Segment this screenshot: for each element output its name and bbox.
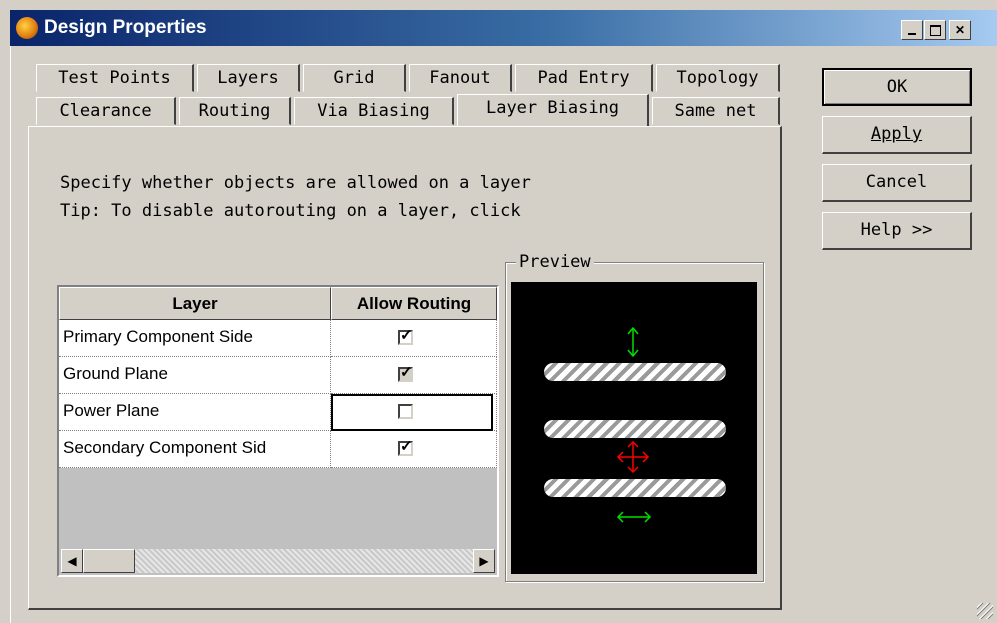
table-row-layer[interactable]: Power Plane: [59, 394, 331, 431]
preview-layer-bar: [544, 420, 726, 438]
allow-routing-checkbox[interactable]: ✓: [398, 327, 413, 345]
close-icon: ✕: [954, 23, 966, 37]
cancel-button[interactable]: Cancel: [822, 164, 972, 202]
window-title: Design Properties: [44, 17, 207, 38]
arrow-right-icon: ▶: [479, 554, 489, 568]
window-frame: [10, 46, 15, 623]
description-line-1: Specify whether objects are allowed on a…: [60, 173, 531, 193]
scroll-track[interactable]: [83, 549, 473, 573]
horizontal-scrollbar[interactable]: ◀ ▶: [61, 549, 495, 573]
table-row-allow-cell[interactable]: ✓: [331, 431, 497, 468]
maximize-icon: [929, 25, 941, 36]
tab-same-net[interactable]: Same net: [652, 97, 780, 125]
column-header-layer[interactable]: Layer: [59, 287, 331, 320]
tab-fanout[interactable]: Fanout: [409, 64, 512, 92]
tab-layer-biasing[interactable]: Layer Biasing: [457, 94, 649, 126]
tab-topology[interactable]: Topology: [656, 64, 780, 92]
horizontal-arrow-icon: [616, 511, 652, 523]
design-properties-dialog: Design Properties ✕ Test Points Layers G…: [0, 0, 997, 623]
scroll-right-button[interactable]: ▶: [473, 549, 495, 573]
help-button[interactable]: Help >>: [822, 212, 972, 250]
preview-label: Preview: [516, 252, 594, 272]
allow-routing-checkbox[interactable]: ✓: [398, 438, 413, 456]
table-row-allow-cell[interactable]: ✓: [331, 357, 497, 394]
minimize-icon: [908, 33, 916, 35]
maximize-button[interactable]: [924, 20, 946, 40]
tab-clearance[interactable]: Clearance: [36, 97, 176, 125]
table-row-layer[interactable]: Secondary Component Sid: [59, 431, 331, 468]
scroll-left-button[interactable]: ◀: [61, 549, 83, 573]
minimize-button[interactable]: [901, 20, 923, 40]
scroll-thumb[interactable]: [83, 549, 135, 573]
layer-grid[interactable]: Layer Allow Routing Primary Component Si…: [57, 285, 499, 577]
tab-routing[interactable]: Routing: [179, 97, 291, 125]
tab-via-biasing[interactable]: Via Biasing: [294, 97, 454, 125]
preview-layer-bar: [544, 363, 726, 381]
ok-button[interactable]: OK: [822, 68, 972, 106]
preview-canvas: [511, 282, 757, 574]
vertical-arrow-icon: [627, 326, 639, 358]
tab-layers[interactable]: Layers: [197, 64, 300, 92]
blocked-arrow-icon: [616, 440, 650, 474]
table-row-layer[interactable]: Ground Plane: [59, 357, 331, 394]
focus-cell-border: [331, 394, 493, 431]
description-line-2: Tip: To disable autorouting on a layer, …: [60, 201, 521, 221]
check-icon: ✓: [400, 327, 413, 344]
table-row-layer[interactable]: Primary Component Side: [59, 320, 331, 357]
arrow-left-icon: ◀: [67, 554, 77, 568]
resize-grip[interactable]: [977, 603, 993, 619]
apply-button[interactable]: Apply: [822, 116, 972, 154]
column-header-allow-routing[interactable]: Allow Routing: [331, 287, 497, 320]
close-button[interactable]: ✕: [949, 20, 971, 40]
check-icon: ✓: [400, 364, 413, 381]
preview-layer-bar: [544, 479, 726, 497]
tab-pad-entry[interactable]: Pad Entry: [515, 64, 653, 92]
tab-grid[interactable]: Grid: [303, 64, 406, 92]
table-row-allow-cell[interactable]: ✓: [331, 320, 497, 357]
app-icon: [16, 17, 38, 39]
allow-routing-checkbox[interactable]: ✓: [398, 364, 413, 382]
title-bar[interactable]: Design Properties ✕: [10, 10, 997, 46]
tab-test-points[interactable]: Test Points: [36, 64, 194, 92]
check-icon: ✓: [400, 438, 413, 455]
